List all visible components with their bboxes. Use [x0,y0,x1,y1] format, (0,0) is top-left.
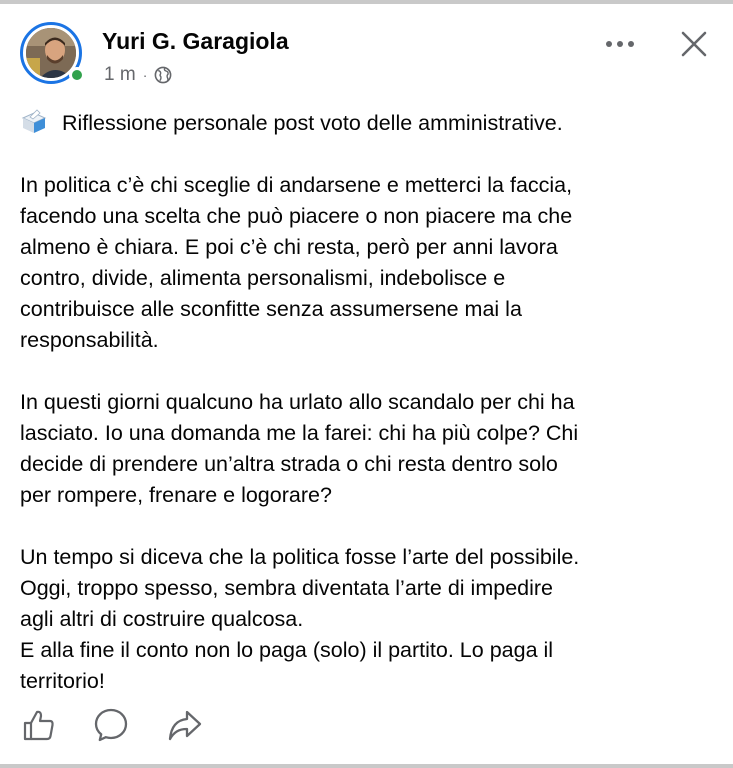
paragraph-line: almeno è chiara. E poi c’è chi resta, pe… [20,235,558,259]
paragraph-line: contribuisce alle sconfitte senza assume… [20,297,522,321]
paragraph-line: territorio! [20,669,105,693]
post-meta: 1 m · [104,64,172,86]
share-icon [168,710,202,741]
paragraph-line: E alla fine il conto non lo paga (solo) … [20,638,554,662]
avatar-image [26,28,76,78]
paragraph-line: responsabilità. [20,328,159,352]
like-button[interactable] [20,706,58,744]
paragraph-line: In questi giorni qualcuno ha urlato allo… [20,390,575,414]
post-title-line: Riflessione personale post voto delle am… [20,108,726,139]
paragraph-line: decide di prendere un’altra strada o chi… [20,452,558,476]
paragraph-2: In questi giorni qualcuno ha urlato allo… [20,387,726,511]
ballot-box-icon [20,108,48,134]
comment-button[interactable] [92,706,130,744]
paragraph-3: Un tempo si diceva che la politica fosse… [20,542,726,697]
comment-icon [94,708,128,742]
paragraph-line: lasciato. Io una domanda me la farei: ch… [20,421,579,445]
paragraph-line: per rompere, frenare e logorare? [20,483,332,507]
paragraph-line: In politica c’è chi sceglie di andarsene… [20,173,573,197]
share-button[interactable] [166,706,204,744]
online-status-indicator [69,67,85,83]
bottom-divider [0,764,733,768]
paragraph-line: facendo una scelta che può piacere o non… [20,204,573,228]
paragraph-line: agli altri di costruire qualcosa. [20,607,304,631]
top-divider [0,0,733,4]
paragraph-line: Oggi, troppo spesso, sembra diventata l’… [20,576,553,600]
author-name[interactable]: Yuri G. Garagiola [102,28,289,55]
paragraph-line: contro, divide, alimenta personalismi, i… [20,266,506,290]
post-text: Riflessione personale post voto delle am… [20,108,726,697]
more-options-button[interactable] [598,30,642,58]
globe-icon[interactable] [154,66,172,84]
meta-separator: · [142,67,148,83]
close-button[interactable] [674,24,714,64]
close-icon [681,31,707,57]
more-icon [606,41,634,47]
paragraph-line: Un tempo si diceva che la politica fosse… [20,545,580,569]
post-time[interactable]: 1 m [104,64,136,86]
post-header: Yuri G. Garagiola 1 m · [20,22,720,92]
like-icon [23,710,54,741]
paragraph-1: In politica c’è chi sceglie di andarsene… [20,170,726,356]
post-title: Riflessione personale post voto delle am… [62,111,563,135]
author-avatar[interactable] [20,22,88,90]
